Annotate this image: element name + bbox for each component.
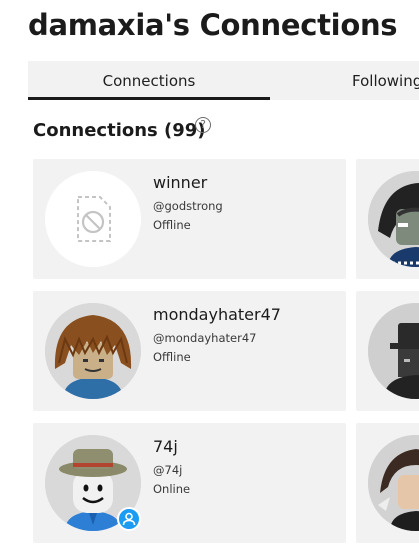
tab-following[interactable]: Following xyxy=(270,61,419,100)
tab-active-indicator xyxy=(28,97,270,100)
connection-username: mondayhater47 xyxy=(153,305,281,324)
avatar xyxy=(368,435,419,531)
connection-card-74j[interactable]: 74j @74j Online xyxy=(33,423,346,543)
avatar xyxy=(368,303,419,399)
connection-status: Online xyxy=(153,482,191,496)
connection-card-winner[interactable]: winner @godstrong Offline xyxy=(33,159,346,279)
tab-connections-label: Connections xyxy=(102,71,196,90)
help-circle-icon[interactable]: ? xyxy=(195,117,211,133)
avatar xyxy=(368,171,419,267)
avatar-image xyxy=(45,303,141,399)
tab-connections[interactable]: Connections xyxy=(28,61,270,100)
connections-page: damaxia's Connections Connections Follow… xyxy=(0,0,419,547)
connection-card-partial[interactable] xyxy=(356,423,419,543)
page-title: damaxia's Connections xyxy=(28,8,398,42)
connection-card-partial[interactable] xyxy=(356,291,419,411)
connection-handle: @74j xyxy=(153,463,183,477)
connection-handle: @mondayhater47 xyxy=(153,331,257,345)
tab-following-label: Following xyxy=(352,71,419,90)
connection-status: Offline xyxy=(153,218,191,232)
connection-username: winner xyxy=(153,173,208,192)
avatar xyxy=(45,303,141,399)
placeholder-image-icon xyxy=(77,196,111,242)
avatar-image xyxy=(368,171,419,267)
avatar-image xyxy=(368,303,419,399)
connection-username: 74j xyxy=(153,437,178,456)
online-user-icon xyxy=(117,507,141,531)
connection-card-mondayhater47[interactable]: mondayhater47 @mondayhater47 Offline xyxy=(33,291,346,411)
connection-status: Offline xyxy=(153,350,191,364)
connections-heading: Connections (99) xyxy=(33,120,206,141)
avatar xyxy=(45,171,141,267)
connection-handle: @godstrong xyxy=(153,199,223,213)
connection-card-partial[interactable] xyxy=(356,159,419,279)
tab-bar: Connections Following xyxy=(28,61,419,100)
avatar-image xyxy=(368,435,419,531)
